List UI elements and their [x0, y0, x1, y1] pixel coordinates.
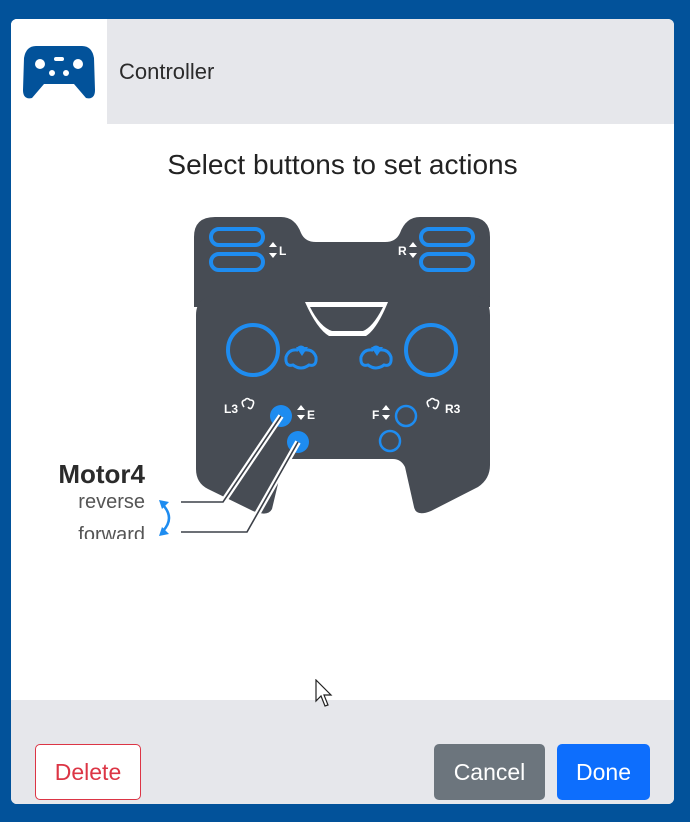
r3-label: R3: [445, 402, 461, 416]
forward-label: forward: [78, 524, 145, 539]
gamepad-icon: [23, 46, 95, 99]
l3-label: L3: [224, 402, 238, 416]
header-icon-tab: [11, 19, 107, 124]
controller-diagram: L R L3 R3 E F Motor4 reverse forward: [58, 217, 490, 539]
dialog-title: Controller: [119, 59, 215, 84]
mouse-cursor-icon: [315, 679, 333, 707]
cancel-button[interactable]: Cancel: [434, 744, 545, 800]
controller-dialog: Controller Select buttons to set actions…: [11, 19, 674, 804]
dialog-footer: Delete Cancel Done: [11, 700, 674, 804]
done-button[interactable]: Done: [557, 744, 650, 800]
reverse-label: reverse: [78, 491, 145, 513]
dialog-header: Controller: [11, 19, 674, 124]
e-label: E: [307, 408, 315, 422]
motor-name: Motor4: [58, 459, 145, 489]
f-label: F: [372, 408, 379, 422]
delete-button[interactable]: Delete: [35, 744, 141, 800]
page-title: Select buttons to set actions: [167, 149, 518, 180]
direction-arrows-icon: [159, 500, 171, 536]
r-shoulder-label: R: [398, 244, 407, 258]
l-shoulder-label: L: [279, 244, 286, 258]
